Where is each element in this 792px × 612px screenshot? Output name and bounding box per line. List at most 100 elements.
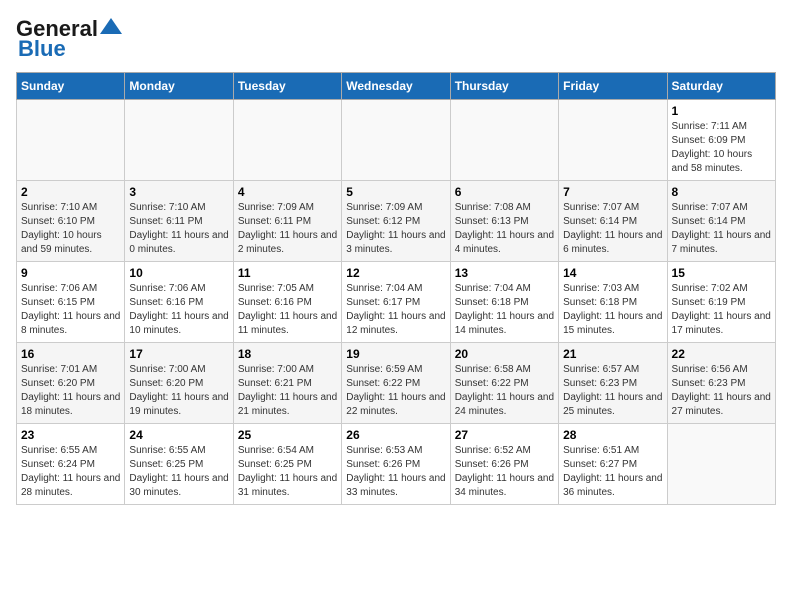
day-info: Sunrise: 6:54 AM Sunset: 6:25 PM Dayligh…	[238, 444, 337, 500]
day-number: 22	[672, 347, 771, 361]
calendar-week-row: 1 Sunrise: 7:11 AM Sunset: 6:09 PM Daylig…	[17, 100, 776, 181]
calendar-cell	[342, 100, 450, 181]
calendar-cell	[125, 100, 233, 181]
logo: General Blue	[16, 16, 122, 62]
logo-blue-text: Blue	[18, 36, 66, 62]
calendar-cell	[450, 100, 558, 181]
calendar-cell: 5 Sunrise: 7:09 AM Sunset: 6:12 PM Daylig…	[342, 181, 450, 262]
calendar-cell: 17Sunrise: 7:00 AM Sunset: 6:20 PM Dayli…	[125, 343, 233, 424]
day-info: Sunrise: 7:08 AM Sunset: 6:13 PM Dayligh…	[455, 201, 554, 257]
calendar-cell: 14 Sunrise: 7:03 AM Sunset: 6:18 PM Dayli…	[559, 262, 667, 343]
day-number: 14	[563, 266, 662, 280]
day-of-week-header: Tuesday	[233, 73, 341, 100]
day-number: 23	[21, 428, 120, 442]
calendar-cell	[667, 424, 775, 505]
calendar-cell	[17, 100, 125, 181]
day-number: 19	[346, 347, 445, 361]
day-number: 21	[563, 347, 662, 361]
calendar-cell: 9 Sunrise: 7:06 AM Sunset: 6:15 PM Daylig…	[17, 262, 125, 343]
day-info: Sunrise: 7:07 AM Sunset: 6:14 PM Dayligh…	[563, 201, 662, 257]
calendar-week-row: 16 Sunrise: 7:01 AM Sunset: 6:20 PM Dayli…	[17, 343, 776, 424]
calendar-cell: 26Sunrise: 6:53 AM Sunset: 6:26 PM Dayli…	[342, 424, 450, 505]
calendar-cell: 12 Sunrise: 7:04 AM Sunset: 6:17 PM Dayli…	[342, 262, 450, 343]
day-number: 11	[238, 266, 337, 280]
calendar-cell: 22 Sunrise: 6:56 AM Sunset: 6:23 PM Dayli…	[667, 343, 775, 424]
day-info: Sunrise: 6:59 AM Sunset: 6:22 PM Dayligh…	[346, 363, 445, 419]
day-info: Sunrise: 6:55 AM Sunset: 6:24 PM Dayligh…	[21, 444, 120, 500]
calendar-cell: 2 Sunrise: 7:10 AM Sunset: 6:10 PM Daylig…	[17, 181, 125, 262]
day-info: Sunrise: 7:04 AM Sunset: 6:18 PM Dayligh…	[455, 282, 554, 338]
calendar-table: SundayMondayTuesdayWednesdayThursdayFrid…	[16, 72, 776, 505]
page-header: General Blue	[16, 16, 776, 62]
calendar-cell: 3 Sunrise: 7:10 AM Sunset: 6:11 PM Daylig…	[125, 181, 233, 262]
day-number: 16	[21, 347, 120, 361]
day-info: Sunrise: 7:07 AM Sunset: 6:14 PM Dayligh…	[672, 201, 771, 257]
day-of-week-header: Sunday	[17, 73, 125, 100]
day-info: Sunrise: 6:52 AM Sunset: 6:26 PM Dayligh…	[455, 444, 554, 500]
day-info: Sunrise: 7:06 AM Sunset: 6:16 PM Dayligh…	[129, 282, 228, 338]
day-number: 26	[346, 428, 445, 442]
day-info: Sunrise: 7:05 AM Sunset: 6:16 PM Dayligh…	[238, 282, 337, 338]
day-info: Sunrise: 7:09 AM Sunset: 6:11 PM Dayligh…	[238, 201, 337, 257]
day-of-week-header: Thursday	[450, 73, 558, 100]
day-info: Sunrise: 6:57 AM Sunset: 6:23 PM Dayligh…	[563, 363, 662, 419]
calendar-cell: 19 Sunrise: 6:59 AM Sunset: 6:22 PM Dayli…	[342, 343, 450, 424]
calendar-week-row: 9 Sunrise: 7:06 AM Sunset: 6:15 PM Daylig…	[17, 262, 776, 343]
day-of-week-header: Saturday	[667, 73, 775, 100]
day-info: Sunrise: 6:55 AM Sunset: 6:25 PM Dayligh…	[129, 444, 228, 500]
day-of-week-header: Wednesday	[342, 73, 450, 100]
calendar-cell: 4 Sunrise: 7:09 AM Sunset: 6:11 PM Daylig…	[233, 181, 341, 262]
day-info: Sunrise: 6:56 AM Sunset: 6:23 PM Dayligh…	[672, 363, 771, 419]
calendar-cell: 1 Sunrise: 7:11 AM Sunset: 6:09 PM Daylig…	[667, 100, 775, 181]
day-info: Sunrise: 7:10 AM Sunset: 6:10 PM Dayligh…	[21, 201, 120, 257]
calendar-cell: 24 Sunrise: 6:55 AM Sunset: 6:25 PM Dayli…	[125, 424, 233, 505]
calendar-cell: 13 Sunrise: 7:04 AM Sunset: 6:18 PM Dayli…	[450, 262, 558, 343]
day-info: Sunrise: 7:00 AM Sunset: 6:20 PM Dayligh…	[129, 363, 228, 419]
day-info: Sunrise: 7:11 AM Sunset: 6:09 PM Dayligh…	[672, 120, 771, 176]
day-info: Sunrise: 7:04 AM Sunset: 6:17 PM Dayligh…	[346, 282, 445, 338]
day-number: 18	[238, 347, 337, 361]
calendar-cell	[233, 100, 341, 181]
day-info: Sunrise: 7:06 AM Sunset: 6:15 PM Dayligh…	[21, 282, 120, 338]
calendar-cell: 8 Sunrise: 7:07 AM Sunset: 6:14 PM Daylig…	[667, 181, 775, 262]
day-number: 28	[563, 428, 662, 442]
day-number: 15	[672, 266, 771, 280]
day-info: Sunrise: 7:09 AM Sunset: 6:12 PM Dayligh…	[346, 201, 445, 257]
day-number: 4	[238, 185, 337, 199]
calendar-cell: 18Sunrise: 7:00 AM Sunset: 6:21 PM Dayli…	[233, 343, 341, 424]
day-number: 10	[129, 266, 228, 280]
day-number: 20	[455, 347, 554, 361]
calendar-cell: 21 Sunrise: 6:57 AM Sunset: 6:23 PM Dayli…	[559, 343, 667, 424]
calendar-week-row: 2 Sunrise: 7:10 AM Sunset: 6:10 PM Daylig…	[17, 181, 776, 262]
day-number: 1	[672, 104, 771, 118]
day-info: Sunrise: 7:10 AM Sunset: 6:11 PM Dayligh…	[129, 201, 228, 257]
calendar-cell: 25 Sunrise: 6:54 AM Sunset: 6:25 PM Dayli…	[233, 424, 341, 505]
calendar-header-row: SundayMondayTuesdayWednesdayThursdayFrid…	[17, 73, 776, 100]
day-of-week-header: Monday	[125, 73, 233, 100]
day-number: 24	[129, 428, 228, 442]
day-number: 25	[238, 428, 337, 442]
day-number: 12	[346, 266, 445, 280]
day-number: 13	[455, 266, 554, 280]
calendar-cell: 27 Sunrise: 6:52 AM Sunset: 6:26 PM Dayli…	[450, 424, 558, 505]
logo-icon	[100, 18, 122, 34]
day-info: Sunrise: 7:02 AM Sunset: 6:19 PM Dayligh…	[672, 282, 771, 338]
calendar-cell: 11 Sunrise: 7:05 AM Sunset: 6:16 PM Dayli…	[233, 262, 341, 343]
day-number: 6	[455, 185, 554, 199]
day-number: 9	[21, 266, 120, 280]
calendar-cell: 16 Sunrise: 7:01 AM Sunset: 6:20 PM Dayli…	[17, 343, 125, 424]
calendar-cell: 10 Sunrise: 7:06 AM Sunset: 6:16 PM Dayli…	[125, 262, 233, 343]
calendar-cell	[559, 100, 667, 181]
day-number: 2	[21, 185, 120, 199]
calendar-cell: 15 Sunrise: 7:02 AM Sunset: 6:19 PM Dayli…	[667, 262, 775, 343]
day-number: 5	[346, 185, 445, 199]
day-number: 8	[672, 185, 771, 199]
calendar-cell: 6 Sunrise: 7:08 AM Sunset: 6:13 PM Daylig…	[450, 181, 558, 262]
calendar-cell: 28Sunrise: 6:51 AM Sunset: 6:27 PM Dayli…	[559, 424, 667, 505]
calendar-cell: 7Sunrise: 7:07 AM Sunset: 6:14 PM Daylig…	[559, 181, 667, 262]
day-number: 3	[129, 185, 228, 199]
day-number: 27	[455, 428, 554, 442]
day-info: Sunrise: 7:03 AM Sunset: 6:18 PM Dayligh…	[563, 282, 662, 338]
day-of-week-header: Friday	[559, 73, 667, 100]
day-info: Sunrise: 7:01 AM Sunset: 6:20 PM Dayligh…	[21, 363, 120, 419]
